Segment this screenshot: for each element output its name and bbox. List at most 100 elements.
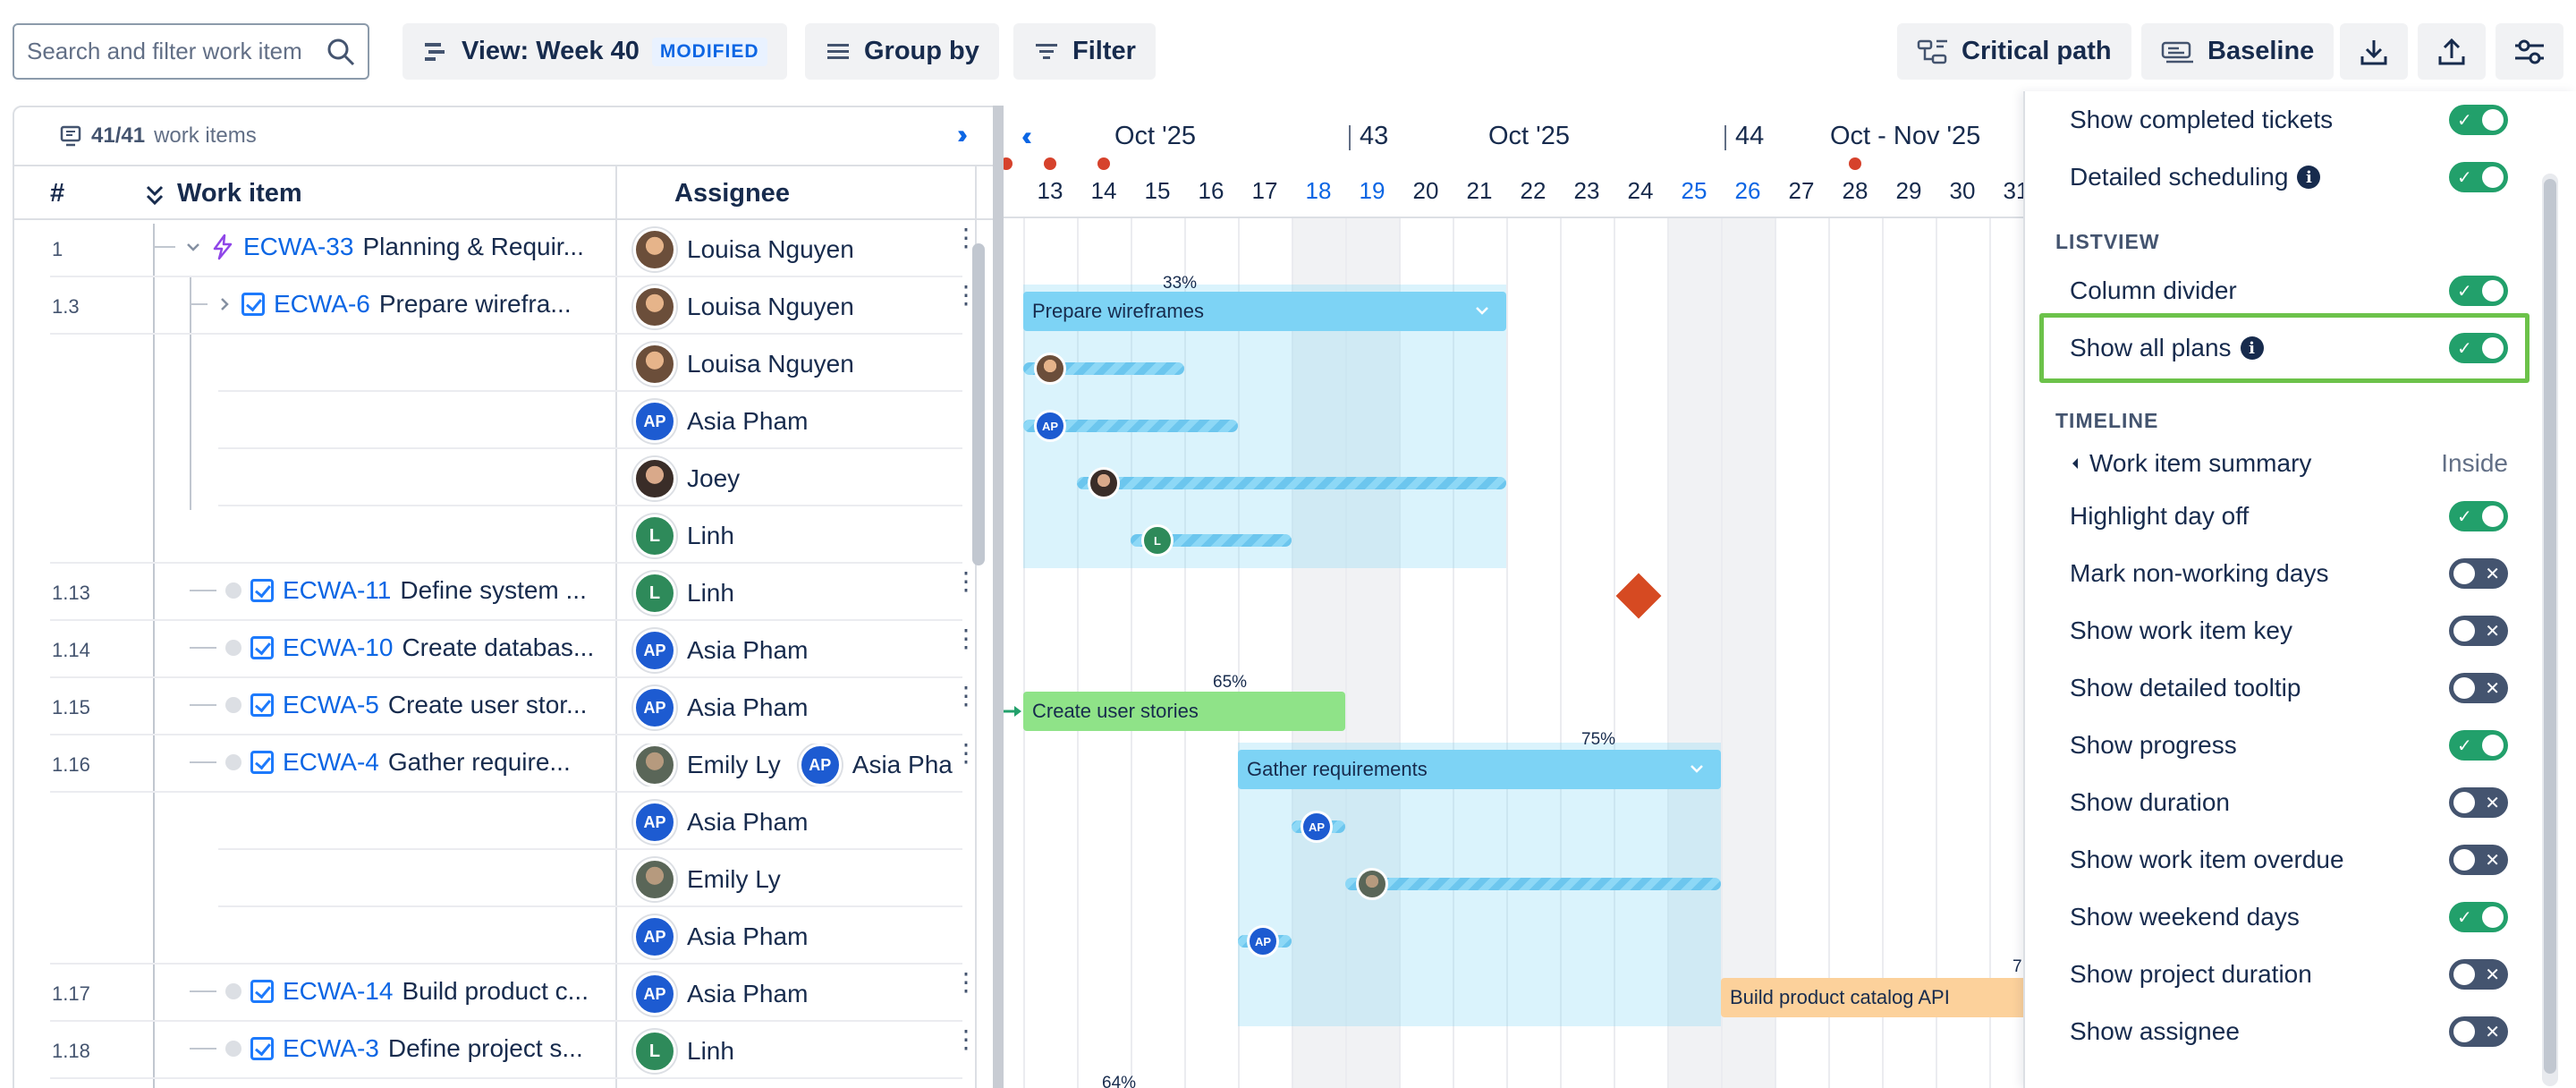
assignee-bar[interactable] [1077, 477, 1506, 489]
assignee-name[interactable]: Asia Pham [687, 922, 808, 951]
work-item-title[interactable]: Create user stor... [388, 691, 588, 719]
setting-row[interactable]: Show project duration ✕ [2070, 948, 2508, 1001]
setting-row[interactable]: Show work item key ✕ [2070, 604, 2508, 658]
toggle-show-all-plans[interactable]: ✓ [2449, 333, 2508, 363]
setting-row[interactable]: Highlight day off ✓ [2070, 489, 2508, 543]
scroll-back-icon[interactable]: ‹‹ [1021, 122, 1032, 152]
chevron-down-icon[interactable] [1474, 304, 1490, 319]
work-item-key[interactable]: ECWA-3 [283, 1034, 379, 1063]
bar-prepare-wireframes[interactable]: Prepare wireframes [1023, 292, 1506, 331]
assignee-name[interactable]: Linh [687, 1037, 734, 1066]
holiday-marker[interactable] [1097, 157, 1110, 170]
table-row[interactable]: 1.17 ECWA-14 Build product c... AP Asia P… [14, 965, 979, 1022]
toggle-detailed-scheduling[interactable]: ✓ [2449, 162, 2508, 192]
download-button[interactable] [2340, 23, 2408, 80]
milestone-diamond[interactable] [1615, 573, 1662, 619]
assignee-name[interactable]: Asia Pham [687, 980, 808, 1008]
more-icon[interactable]: ⋮ [953, 741, 979, 766]
work-item-title[interactable]: Create databas... [402, 633, 594, 662]
setting-row[interactable]: Show all plans i ✓ [2070, 321, 2508, 375]
assignee-name[interactable]: Emily Ly [687, 865, 781, 894]
more-icon[interactable]: ⋮ [953, 283, 979, 308]
assignee-name[interactable]: Louisa Nguyen [687, 293, 854, 321]
setting-row[interactable]: Show progress ✓ [2070, 718, 2508, 772]
bar-build-product-catalog-api[interactable]: Build product catalog API [1721, 978, 2027, 1017]
search-icon[interactable] [326, 38, 355, 66]
toggle-show-project-duration[interactable]: ✕ [2449, 959, 2508, 990]
chevron-right-icon[interactable] [216, 295, 233, 313]
work-item-title[interactable]: Build product c... [402, 977, 589, 1006]
critical-path-button[interactable]: Critical path [1897, 23, 2131, 80]
baseline-button[interactable]: Baseline [2141, 23, 2334, 80]
toggle-show-work-item-key[interactable]: ✕ [2449, 616, 2508, 646]
toggle-mark-non-working-days[interactable]: ✕ [2449, 558, 2508, 589]
setting-row[interactable]: Work item summary Inside [2070, 437, 2508, 490]
toggle-show-completed-tickets[interactable]: ✓ [2449, 105, 2508, 135]
work-item-title[interactable]: Define project s... [388, 1034, 583, 1063]
holiday-marker[interactable] [1004, 157, 1013, 170]
work-item-title[interactable]: Gather require... [388, 748, 571, 777]
upload-button[interactable] [2418, 23, 2486, 80]
info-icon[interactable]: i [2297, 166, 2321, 189]
bar-gather-requirements[interactable]: Gather requirements [1238, 750, 1721, 789]
assignee-name[interactable]: Asia Pham [687, 407, 808, 436]
setting-row[interactable]: Mark non-working days ✕ [2070, 547, 2508, 600]
work-item-key[interactable]: ECWA-4 [283, 748, 379, 777]
more-icon[interactable]: ⋮ [953, 1027, 979, 1052]
toggle-show-duration[interactable]: ✕ [2449, 787, 2508, 818]
assignee-name[interactable]: Asia Pham [687, 636, 808, 665]
more-icon[interactable]: ⋮ [953, 225, 979, 251]
info-icon[interactable]: i [2240, 336, 2264, 360]
assignee-name[interactable]: Asia Pham [687, 693, 808, 722]
work-item-title[interactable]: Prepare wirefra... [379, 290, 572, 319]
work-item-key[interactable]: ECWA-5 [283, 691, 379, 719]
work-item-key[interactable]: ECWA-6 [274, 290, 370, 319]
search-box[interactable] [13, 23, 369, 80]
table-row[interactable]: 1.18 ECWA-3 Define project s... L Linh ⋮ [14, 1022, 979, 1079]
table-row[interactable]: 1.16 ECWA-4 Gather require... Emily Ly A… [14, 735, 979, 793]
expand-panel-icon[interactable]: ›› [957, 120, 968, 150]
more-icon[interactable]: ⋮ [953, 684, 979, 709]
setting-row[interactable]: Show weekend days ✓ [2070, 890, 2508, 944]
caret-left-icon[interactable] [2070, 456, 2080, 471]
table-row[interactable]: 1 ECWA-33 Planning & Requir... Louisa Ng… [14, 220, 979, 277]
assignee-bar[interactable] [1345, 878, 1721, 890]
holiday-marker[interactable] [1044, 157, 1056, 170]
setting-row[interactable]: Show assignee ✕ [2070, 1005, 2508, 1058]
toggle-show-work-item-overdue[interactable]: ✕ [2449, 845, 2508, 875]
filter-button[interactable]: Filter [1013, 23, 1156, 80]
setting-row[interactable]: Show detailed tooltip ✕ [2070, 661, 2508, 715]
setting-row[interactable]: Show work item overdue ✕ [2070, 833, 2508, 887]
assignee-name[interactable]: Louisa Nguyen [687, 235, 854, 264]
settings-scrollbar[interactable] [2542, 174, 2558, 1086]
work-item-key[interactable]: ECWA-10 [283, 633, 393, 662]
work-item-title[interactable]: Define system ... [400, 576, 587, 605]
column-work-item[interactable]: Work item [177, 179, 302, 208]
more-icon[interactable]: ⋮ [953, 569, 979, 594]
work-item-title[interactable]: Planning & Requir... [362, 233, 584, 261]
toggle-highlight-day-off[interactable]: ✓ [2449, 501, 2508, 531]
work-item-key[interactable]: ECWA-14 [283, 977, 393, 1006]
assignee-name[interactable]: Asia Pham [687, 808, 808, 837]
assignee-name[interactable]: Linh [687, 579, 734, 608]
toggle-show-weekend-days[interactable]: ✓ [2449, 902, 2508, 932]
work-item-key[interactable]: ECWA-11 [283, 576, 391, 605]
chevron-down-icon[interactable] [1689, 762, 1705, 777]
more-icon[interactable]: ⋮ [953, 626, 979, 651]
column-assignee[interactable]: Assignee [674, 179, 790, 208]
holiday-marker[interactable] [1849, 157, 1861, 170]
setting-row[interactable]: Detailed scheduling i ✓ [2070, 150, 2508, 204]
setting-row[interactable]: Show completed tickets ✓ [2070, 93, 2508, 147]
panel-splitter[interactable] [993, 106, 1004, 1088]
work-item-key[interactable]: ECWA-33 [243, 233, 353, 261]
setting-row[interactable]: Show duration ✕ [2070, 776, 2508, 829]
collapse-all-icon[interactable] [145, 184, 165, 206]
assignee-name[interactable]: Asia Pha [852, 751, 953, 779]
toggle-show-progress[interactable]: ✓ [2449, 730, 2508, 761]
table-row[interactable]: 1.3 ECWA-6 Prepare wirefra... Louisa Ngu… [14, 277, 979, 335]
list-scrollbar[interactable] [972, 243, 985, 565]
summary-value[interactable]: Inside [2441, 449, 2508, 478]
group-by-button[interactable]: Group by [805, 23, 999, 80]
toggle-show-assignee[interactable]: ✕ [2449, 1016, 2508, 1047]
view-button[interactable]: View: Week 40 MODIFIED [402, 23, 787, 80]
